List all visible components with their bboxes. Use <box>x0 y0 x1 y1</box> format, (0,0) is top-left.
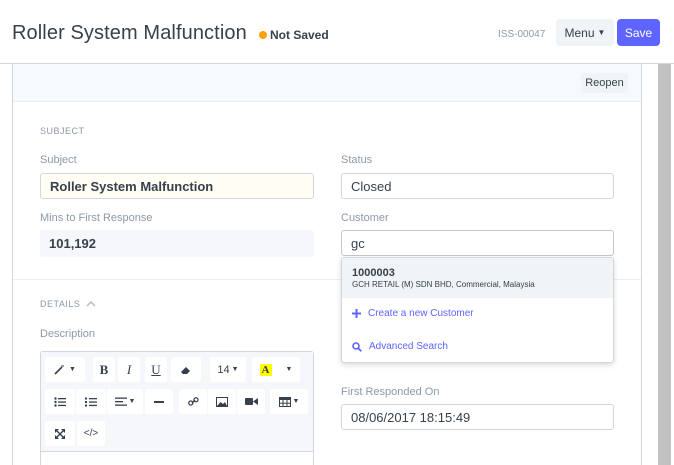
bold-button[interactable]: B <box>93 357 115 382</box>
customer-autocomplete-dropdown: 1000003 GCH RETAIL (M) SDN BHD, Commerci… <box>341 257 614 363</box>
code-icon: </> <box>83 428 99 439</box>
color-button[interactable]: A ▼ <box>252 357 300 382</box>
subject-input[interactable]: Roller System Malfunction <box>40 173 314 199</box>
numbered-list-icon <box>85 397 97 406</box>
create-new-customer-link[interactable]: Create a new Customer <box>352 308 474 319</box>
section-heading-subject: SUBJECT <box>40 126 85 136</box>
italic-icon: I <box>126 361 132 377</box>
scrollbar-thumb[interactable] <box>658 64 671 465</box>
mins-to-first-response-value: 101,192 <box>40 230 314 257</box>
bullet-list-button[interactable] <box>45 389 75 414</box>
save-status: Not Saved <box>270 28 329 42</box>
customer-result-description: GCH RETAIL (M) SDN BHD, Commercial, Mala… <box>352 280 535 289</box>
text-color-icon: A <box>259 363 272 376</box>
clear-format-button[interactable] <box>171 357 201 382</box>
mins-to-first-response-label: Mins to First Response <box>40 212 153 224</box>
customer-input[interactable]: gc <box>341 230 614 256</box>
plus-icon <box>352 309 361 318</box>
page-header: Roller System Malfunction Not Saved ISS-… <box>0 0 674 64</box>
caret-down-icon: ▼ <box>128 398 136 405</box>
eraser-icon <box>181 366 190 374</box>
advanced-search-link[interactable]: Advanced Search <box>352 341 448 352</box>
caret-down-icon: ▼ <box>285 366 293 373</box>
underline-button[interactable]: U <box>145 357 167 382</box>
horizontal-rule-button[interactable] <box>145 389 173 414</box>
magic-style-button[interactable]: ▼ <box>45 357 85 382</box>
bold-icon: B <box>99 361 109 377</box>
font-size-value: 14 <box>217 363 230 376</box>
not-saved-indicator-icon <box>259 31 267 39</box>
menu-button[interactable]: Menu ▼ <box>556 19 614 46</box>
create-new-customer-label: Create a new Customer <box>368 308 474 319</box>
description-label: Description <box>40 328 96 340</box>
caret-down-icon: ▼ <box>292 398 300 405</box>
save-button[interactable]: Save <box>617 19 660 46</box>
subject-label: Subject <box>40 154 77 166</box>
first-responded-on-label: First Responded On <box>341 386 440 398</box>
caret-down-icon: ▼ <box>69 366 76 373</box>
caret-down-icon: ▼ <box>231 366 239 373</box>
advanced-search-label: Advanced Search <box>369 341 448 352</box>
fullscreen-icon <box>55 428 65 439</box>
paragraph-align-button[interactable]: ▼ <box>107 389 143 414</box>
page-title: Roller System Malfunction <box>12 22 247 44</box>
underline-icon: U <box>151 361 161 377</box>
chevron-up-icon[interactable] <box>86 299 96 309</box>
search-icon <box>352 341 362 352</box>
align-left-icon <box>114 397 127 406</box>
magic-wand-icon <box>54 365 65 375</box>
horizontal-rule-icon <box>154 400 164 403</box>
status-select[interactable]: Closed <box>341 173 614 199</box>
link-button[interactable] <box>179 389 207 414</box>
customer-label: Customer <box>341 212 389 224</box>
italic-button[interactable]: I <box>118 357 140 382</box>
video-icon <box>244 398 258 405</box>
menu-button-label: Menu <box>564 25 595 40</box>
document-id: ISS-00047 <box>498 29 546 40</box>
reopen-button[interactable]: Reopen <box>581 73 628 93</box>
font-size-button[interactable]: 14 ▼ <box>210 357 246 382</box>
image-icon <box>216 396 228 407</box>
customer-result-item[interactable]: 1000003 GCH RETAIL (M) SDN BHD, Commerci… <box>342 258 613 298</box>
code-view-button[interactable]: </> <box>77 421 105 446</box>
first-responded-on-input[interactable]: 08/06/2017 18:15:49 <box>341 404 614 430</box>
editor-toolbar: ▼ B I U 14 ▼ A ▼ ▼ ▼ </> <box>41 352 313 452</box>
table-icon <box>278 396 291 407</box>
video-button[interactable] <box>237 389 265 414</box>
numbered-list-button[interactable] <box>76 389 106 414</box>
fullscreen-button[interactable] <box>45 421 75 446</box>
link-icon <box>187 397 199 406</box>
table-button[interactable]: ▼ <box>270 389 308 414</box>
image-button[interactable] <box>208 389 236 414</box>
form-action-bar <box>13 64 641 102</box>
bullet-list-icon <box>54 396 66 407</box>
status-label: Status <box>341 154 373 166</box>
customer-result-code: 1000003 <box>352 267 395 279</box>
section-heading-details: DETAILS <box>40 299 81 309</box>
caret-down-icon: ▼ <box>597 28 606 37</box>
